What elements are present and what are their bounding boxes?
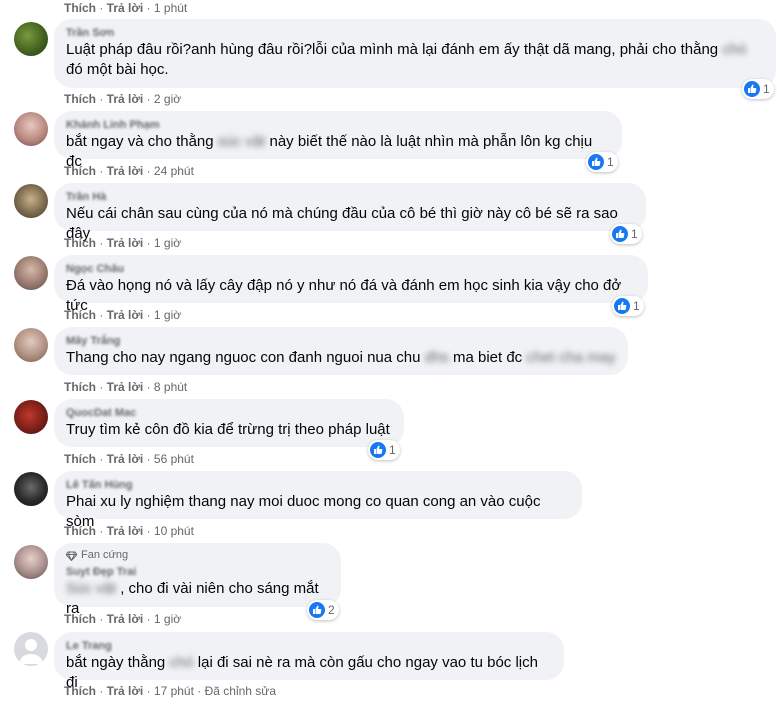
commenter-name[interactable]: Trần Sơn	[66, 26, 764, 40]
comment-bubble: Trần Sơn Luật pháp đâu rồi?anh hùng đâu …	[54, 19, 776, 88]
comment-text: Luật pháp đâu rồi?anh hùng đâu rồi?lỗi c…	[66, 41, 747, 78]
avatar[interactable]	[14, 256, 48, 290]
reply-link[interactable]: Trả lời	[107, 164, 144, 178]
like-link[interactable]: Thích	[64, 380, 96, 394]
commenter-name[interactable]: Khánh Linh Phạm	[66, 118, 610, 132]
comment-actions: Thích · Trả lời · 1 giờ	[64, 612, 182, 626]
comment-actions: Thích · Trả lời · 17 phút · Đã chỉnh sửa	[64, 684, 277, 698]
comment-text: Truy tìm kẻ côn đồ kia để trừng trị theo…	[66, 421, 390, 438]
comment-actions: Thích · Trả lời · 24 phút	[64, 164, 194, 178]
comment-bubble: Trần Hà Nếu cái chân sau cùng của nó mà …	[54, 183, 646, 242]
comment-time: 56 phút	[153, 452, 194, 466]
like-reaction-icon	[612, 226, 628, 242]
comment-actions: Thích · Trả lời · 2 giờ	[64, 92, 182, 106]
comment-actions: Thích · Trả lời · 1 giờ	[64, 236, 182, 250]
like-reaction-icon	[309, 602, 325, 618]
like-link[interactable]: Thích	[64, 684, 96, 698]
reaction-count[interactable]: 2	[307, 600, 339, 620]
like-link[interactable]: Thích	[64, 92, 96, 106]
commenter-name[interactable]: Mây Trắng	[66, 334, 616, 348]
reaction-count[interactable]: 1	[610, 224, 642, 244]
commenter-name[interactable]: Trần Hà	[66, 190, 634, 204]
like-reaction-icon	[588, 154, 604, 170]
avatar[interactable]	[14, 184, 48, 218]
reply-link[interactable]: Trả lời	[107, 452, 144, 466]
reply-link[interactable]: Trả lời	[107, 92, 144, 106]
avatar[interactable]	[14, 472, 48, 506]
commenter-name[interactable]: QuocDat Mac	[66, 406, 392, 420]
comment-bubble: Khánh Linh Phạm bắt ngay và cho thằng sú…	[54, 111, 622, 170]
reply-link[interactable]: Trả lời	[107, 236, 144, 250]
reply-link[interactable]: Trả lời	[107, 612, 144, 626]
avatar[interactable]	[14, 545, 48, 579]
like-link[interactable]: Thích	[64, 164, 96, 178]
comment-bubble: Ngọc Châu Đá vào họng nó và lấy cây đập …	[54, 255, 648, 314]
like-reaction-icon	[614, 298, 630, 314]
comment-bubble: QuocDat Mac Truy tìm kẻ côn đồ kia để tr…	[54, 399, 404, 447]
like-link[interactable]: Thích	[64, 452, 96, 466]
like-reaction-icon	[744, 81, 760, 97]
like-link[interactable]: Thích	[64, 612, 96, 626]
commenter-name[interactable]: Le Trang	[66, 639, 552, 653]
reply-link[interactable]: Trả lời	[107, 380, 144, 394]
comment-actions: Thích · Trả lời · 8 phút	[64, 380, 188, 394]
reply-link[interactable]: Trả lời	[107, 524, 144, 538]
comment-time: 1 giờ	[153, 308, 182, 322]
comment-actions: Thích · Trả lời · 10 phút	[64, 524, 194, 538]
like-link[interactable]: Thích	[64, 308, 96, 322]
comment-text: Thang cho nay ngang nguoc con đanh nguoi…	[66, 349, 616, 366]
comment-time: 1 giờ	[153, 612, 182, 626]
like-reaction-icon	[370, 442, 386, 458]
comment-time: 17 phút	[153, 684, 194, 698]
avatar[interactable]	[14, 328, 48, 362]
comment-actions: Thích · Trả lời · 1 giờ	[64, 308, 182, 322]
reaction-count[interactable]: 1	[612, 296, 644, 316]
comment-time: 10 phút	[153, 524, 194, 538]
diamond-icon	[66, 551, 77, 561]
like-link[interactable]: Thích	[64, 236, 96, 250]
avatar[interactable]	[14, 112, 48, 146]
avatar[interactable]	[14, 22, 48, 56]
edited-label: Đã chỉnh sửa	[204, 684, 277, 698]
comment-bubble: Fan cứng Suyt Đẹp Trai Súc vật , cho đi …	[54, 543, 341, 617]
comment-actions-top: Thích · Trả lời · 1 phút	[64, 1, 188, 15]
comment-bubble: Mây Trắng Thang cho nay ngang nguoc con …	[54, 327, 628, 375]
default-avatar-icon	[19, 639, 43, 664]
commenter-name[interactable]: Lê Tấn Hùng	[66, 478, 570, 492]
reaction-count[interactable]: 1	[586, 152, 618, 172]
top-fan-badge: Fan cứng	[66, 549, 329, 562]
comment-bubble: Le Trang bắt ngày thằng chó lại đi sai n…	[54, 632, 564, 691]
comment-bubble: Lê Tấn Hùng Phai xu ly nghiệm thang nay …	[54, 471, 582, 530]
reaction-count[interactable]: 1	[742, 79, 774, 99]
comment-actions: Thích · Trả lời · 56 phút	[64, 452, 194, 466]
reply-link[interactable]: Trả lời	[107, 308, 144, 322]
like-link[interactable]: Thích	[64, 1, 96, 15]
comment-time: 8 phút	[153, 380, 188, 394]
avatar[interactable]	[14, 400, 48, 434]
comment-time: 1 giờ	[153, 236, 182, 250]
commenter-name[interactable]: Ngọc Châu	[66, 262, 636, 276]
avatar[interactable]	[14, 632, 48, 666]
reply-link[interactable]: Trả lời	[107, 684, 144, 698]
reaction-count[interactable]: 1	[368, 440, 400, 460]
comment-time: 2 giờ	[153, 92, 182, 106]
comment-time: 24 phút	[153, 164, 194, 178]
reply-link[interactable]: Trả lời	[107, 1, 144, 15]
comment-time: 1 phút	[153, 1, 188, 15]
like-link[interactable]: Thích	[64, 524, 96, 538]
commenter-name[interactable]: Suyt Đẹp Trai	[66, 565, 329, 579]
